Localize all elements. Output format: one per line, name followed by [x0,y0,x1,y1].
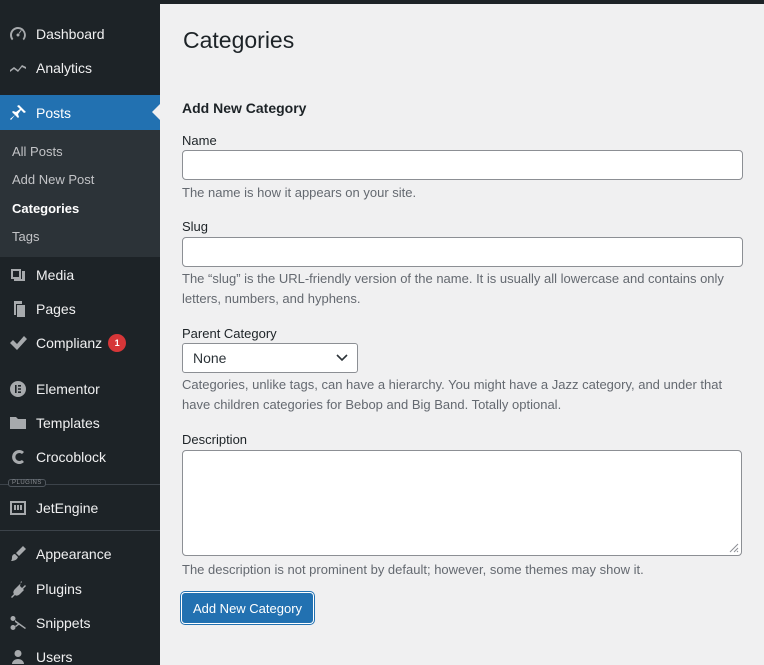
sidebar-item-analytics[interactable]: Analytics [0,51,160,85]
sidebar-item-templates[interactable]: Templates [0,406,160,440]
sidebar-item-label: Crocoblock [36,449,107,465]
sidebar-item-jetengine[interactable]: JetEngine [0,491,160,525]
sidebar-item-label: Plugins [36,581,82,597]
parent-category-select[interactable]: None [182,343,358,373]
plugins-section-tag: PLUGINS [8,479,46,487]
chevron-down-icon [335,350,349,367]
slug-label: Slug [182,219,209,234]
parent-category-hint: Categories, unlike tags, can have a hier… [182,377,723,412]
sidebar-item-plugins[interactable]: Plugins [0,572,160,606]
sidebar-item-complianz[interactable]: Complianz 1 [0,326,160,360]
sidebar-item-users[interactable]: Users [0,640,160,665]
description-label: Description [182,432,248,447]
slug-field[interactable] [182,237,743,267]
menu-separator [0,530,160,531]
description-hint: The description is not prominent by defa… [182,562,644,577]
analytics-icon [0,58,36,78]
scissors-icon [0,613,36,633]
folder-icon [0,413,36,433]
user-icon [0,647,36,665]
slug-hint: The “slug” is the URL-friendly version o… [182,271,724,306]
media-icon [0,265,36,285]
sidebar-item-pages[interactable]: Pages [0,292,160,326]
submenu-item-tags[interactable]: Tags [12,229,39,244]
sidebar-item-label: Elementor [36,381,100,397]
sidebar-item-dashboard[interactable]: Dashboard [0,17,160,51]
sidebar-item-label: Users [36,649,73,665]
sidebar-item-label: JetEngine [36,500,99,516]
pin-icon [0,103,36,123]
main-content: Categories Add New Category Name The nam… [160,4,764,665]
resize-handle-icon[interactable] [729,543,739,553]
sidebar-item-crocoblock[interactable]: Crocoblock [0,440,160,474]
plug-icon [0,579,36,599]
crocoblock-icon [0,447,36,467]
parent-category-label: Parent Category [182,326,277,341]
sidebar-item-label: Templates [36,415,100,431]
sidebar-item-label: Dashboard [36,26,105,42]
sidebar-item-label: Posts [36,104,72,121]
name-hint: The name is how it appears on your site. [182,185,417,200]
add-new-category-button[interactable]: Add New Category [182,593,313,623]
elementor-icon [0,379,36,399]
sidebar-item-label: Appearance [36,546,112,562]
description-field[interactable] [182,450,742,556]
sidebar-item-label: Complianz [36,335,103,351]
sidebar-item-posts[interactable]: Posts [0,95,160,130]
posts-submenu: All Posts Add New Post Categories Tags [0,130,160,257]
dashboard-icon [0,24,36,44]
parent-category-value: None [193,350,227,366]
sidebar-item-label: Analytics [36,60,93,76]
sidebar-item-elementor[interactable]: Elementor [0,372,160,406]
page-title: Categories [183,27,295,53]
sidebar-item-media[interactable]: Media [0,258,160,292]
jetengine-icon [0,498,36,518]
checkmark-icon [0,333,36,353]
current-menu-arrow [152,104,160,120]
sidebar-item-label: Pages [36,301,76,317]
admin-sidebar: Dashboard Analytics Posts All Posts Add … [0,0,160,665]
submenu-item-add-new-post[interactable]: Add New Post [12,172,94,187]
name-label: Name [182,133,217,148]
sidebar-item-label: Media [36,267,75,283]
name-field[interactable] [182,150,743,180]
add-category-heading: Add New Category [182,100,307,116]
submenu-item-categories[interactable]: Categories [12,201,79,216]
sidebar-item-snippets[interactable]: Snippets [0,606,160,640]
sidebar-item-label: Snippets [36,615,91,631]
submenu-item-all-posts[interactable]: All Posts [12,144,63,159]
notification-badge: 1 [108,334,127,352]
sidebar-item-appearance[interactable]: Appearance [0,537,160,571]
brush-icon [0,544,36,564]
pages-icon [0,299,36,319]
